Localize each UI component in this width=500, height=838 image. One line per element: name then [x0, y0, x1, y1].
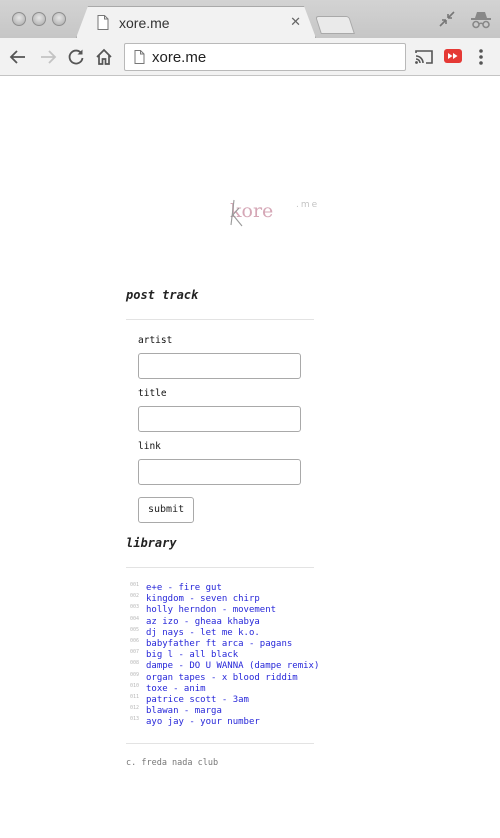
track-link[interactable]: patrice scott - 3am: [146, 695, 249, 706]
track-list: 001 e+e - fire gut 002 kingdom - seven chi…: [126, 582, 319, 728]
incognito-icon: [471, 12, 491, 29]
track-link[interactable]: organ tapes - x blood riddim: [146, 673, 298, 684]
window-zoom-button[interactable]: [52, 12, 66, 26]
tab-strip: xore.me ✕: [0, 0, 500, 38]
list-item: 002 kingdom - seven chirp: [126, 593, 314, 605]
fullscreen-exit-icon[interactable]: [438, 10, 456, 28]
track-link[interactable]: babyfather ft arca - pagans: [146, 639, 292, 650]
list-item: 001 e+e - fire gut: [126, 582, 314, 594]
url-text: xore.me: [152, 49, 207, 66]
window-minimize-button[interactable]: [32, 12, 46, 26]
divider: [126, 743, 314, 745]
footer-credit: c. freda nada club: [126, 758, 219, 769]
close-tab-icon[interactable]: ✕: [290, 15, 301, 31]
list-item: 011 patrice scott - 3am: [126, 693, 314, 706]
site-logo[interactable]: kore .me: [228, 191, 328, 235]
list-item: 013 ayo jay - your number: [126, 716, 314, 728]
list-item: 008 dampe - DO U WANNA (dampe remix): [126, 660, 319, 672]
track-link[interactable]: ayo jay - your number: [146, 717, 260, 728]
track-number: 002: [130, 593, 140, 600]
kebab-menu-icon[interactable]: [478, 48, 484, 66]
list-item: 010 toxe - anim: [126, 682, 314, 695]
arrow-back-icon[interactable]: [8, 47, 28, 67]
list-item: 009 organ tapes - x blood riddim: [126, 671, 314, 684]
link-label: link: [138, 441, 161, 452]
track-link[interactable]: dampe - DO U WANNA (dampe remix): [146, 661, 319, 672]
main-column: post track artist title link submit libr…: [126, 287, 319, 769]
browser-toolbar: xore.me: [0, 38, 500, 76]
cast-icon[interactable]: [414, 48, 434, 66]
document-icon: [97, 15, 109, 30]
home-icon[interactable]: [94, 47, 114, 67]
list-item: 005 dj nays - let me k.o.: [126, 626, 314, 639]
post-track-form: artist title link submit: [126, 335, 314, 523]
track-number: 012: [130, 705, 140, 712]
extension-icon[interactable]: [444, 49, 462, 63]
track-number: 007: [130, 649, 140, 656]
track-number: 010: [130, 682, 140, 689]
track-link[interactable]: kingdom - seven chirp: [146, 594, 260, 605]
artist-label: artist: [138, 335, 173, 346]
track-number: 005: [130, 626, 140, 633]
new-tab-button[interactable]: [315, 16, 355, 34]
list-item: 007 big l - all black: [126, 649, 314, 661]
reload-icon[interactable]: [66, 47, 86, 67]
title-input[interactable]: [138, 406, 301, 432]
tab-title: xore.me: [119, 15, 170, 31]
track-number: 013: [130, 716, 140, 723]
list-item: 004 az izo - gheaa khabya: [126, 615, 314, 628]
page-content: kore .me post track artist title link su…: [0, 77, 500, 838]
track-number: 003: [130, 604, 140, 611]
track-number: 011: [130, 693, 140, 700]
logo-suffix-text: .me: [296, 200, 319, 210]
list-item: 012 blawan - marga: [126, 705, 314, 717]
track-link[interactable]: big l - all black: [146, 650, 238, 661]
browser-tab[interactable]: xore.me ✕: [76, 6, 316, 38]
track-number: 006: [130, 637, 140, 644]
track-link[interactable]: blawan - marga: [146, 706, 222, 717]
library-heading: library: [126, 536, 177, 550]
title-label: title: [138, 388, 167, 399]
track-number: 004: [130, 615, 140, 622]
list-item: 003 holly herndon - movement: [126, 604, 314, 616]
post-track-heading: post track: [126, 288, 199, 302]
track-number: 008: [130, 660, 140, 667]
address-bar[interactable]: xore.me: [124, 43, 406, 71]
track-link[interactable]: az izo - gheaa khabya: [146, 617, 260, 628]
track-number: 001: [130, 582, 140, 588]
artist-input[interactable]: [138, 353, 301, 379]
track-link[interactable]: dj nays - let me k.o.: [146, 628, 260, 639]
arrow-forward-icon[interactable]: [38, 47, 58, 67]
window-close-button[interactable]: [12, 12, 26, 26]
link-input[interactable]: [138, 459, 301, 485]
submit-button[interactable]: submit: [138, 497, 195, 523]
track-link[interactable]: holly herndon - movement: [146, 605, 276, 616]
page-info-icon[interactable]: [134, 50, 145, 64]
track-link[interactable]: toxe - anim: [146, 684, 206, 695]
track-link[interactable]: e+e - fire gut: [146, 583, 222, 594]
divider: [126, 567, 314, 568]
track-number: 009: [130, 671, 140, 678]
divider: [126, 319, 314, 320]
list-item: 006 babyfather ft arca - pagans: [126, 637, 314, 650]
